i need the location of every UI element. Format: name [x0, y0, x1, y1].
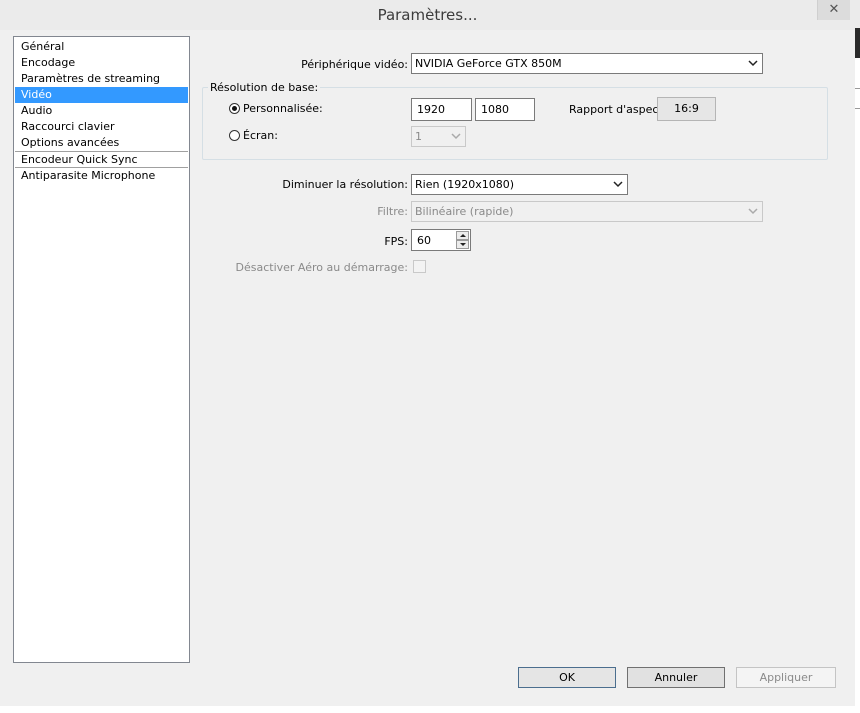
sidebar-item-advanced[interactable]: Options avancées: [15, 135, 188, 151]
fps-increment-button[interactable]: [456, 231, 469, 240]
sidebar-item-streaming[interactable]: Paramètres de streaming: [15, 71, 188, 87]
sidebar-item-audio[interactable]: Audio: [15, 103, 188, 119]
aspect-ratio-label: Rapport d'aspect: [569, 103, 663, 116]
base-resolution-label: Résolution de base:: [208, 81, 321, 94]
fps-decrement-button[interactable]: [456, 240, 469, 249]
sidebar-item-encoding[interactable]: Encodage: [15, 55, 188, 71]
cancel-button[interactable]: Annuler: [627, 667, 725, 688]
background-window-edge: [855, 28, 860, 58]
window-bottom-edge: [0, 706, 860, 713]
screen-resolution-radio[interactable]: [229, 130, 240, 141]
chevron-down-icon: [613, 181, 623, 188]
filter-select[interactable]: Bilinéaire (rapide): [411, 201, 763, 222]
settings-category-list[interactable]: Général Encodage Paramètres de streaming…: [13, 36, 190, 663]
video-device-label: Périphérique vidéo:: [301, 58, 408, 71]
screen-select[interactable]: 1: [411, 126, 466, 147]
downscale-value: Rien (1920x1080): [415, 178, 515, 191]
arrow-up-icon: [460, 234, 466, 237]
background-window-line: [855, 88, 860, 89]
screen-value: 1: [415, 130, 422, 143]
disable-aero-checkbox[interactable]: [413, 260, 426, 273]
background-window-line: [855, 108, 860, 109]
fps-label: FPS:: [384, 235, 408, 248]
screen-resolution-label: Écran:: [243, 129, 278, 142]
disable-aero-label: Désactiver Aéro au démarrage:: [235, 261, 409, 274]
custom-resolution-radio[interactable]: [229, 103, 240, 114]
filter-label: Filtre:: [377, 205, 408, 218]
close-button[interactable]: ✕: [817, 0, 850, 20]
chevron-down-icon: [451, 133, 461, 140]
downscale-select[interactable]: Rien (1920x1080): [411, 174, 628, 195]
arrow-down-icon: [460, 243, 466, 246]
custom-resolution-label: Personnalisée:: [243, 102, 323, 115]
chevron-down-icon: [748, 208, 758, 215]
downscale-label: Diminuer la résolution:: [282, 178, 408, 191]
width-input[interactable]: 1920: [411, 98, 472, 121]
chevron-down-icon: [748, 60, 758, 67]
window-title: Paramètres...: [377, 6, 478, 24]
ok-button[interactable]: OK: [518, 667, 616, 688]
video-device-value: NVIDIA GeForce GTX 850M: [415, 57, 562, 70]
sidebar-item-video[interactable]: Vidéo: [15, 87, 188, 103]
sidebar-item-quick-sync[interactable]: Encodeur Quick Sync: [15, 152, 188, 168]
close-icon: ✕: [828, 2, 840, 17]
sidebar-item-hotkeys[interactable]: Raccourci clavier: [15, 119, 188, 135]
apply-button[interactable]: Appliquer: [736, 667, 836, 688]
sidebar-item-noise-gate[interactable]: Antiparasite Microphone: [15, 168, 188, 184]
height-input[interactable]: 1080: [475, 98, 535, 121]
filter-value: Bilinéaire (rapide): [415, 205, 514, 218]
sidebar-item-general[interactable]: Général: [15, 39, 188, 55]
video-device-select[interactable]: NVIDIA GeForce GTX 850M: [411, 53, 763, 74]
aspect-ratio-value: 16:9: [657, 97, 716, 121]
